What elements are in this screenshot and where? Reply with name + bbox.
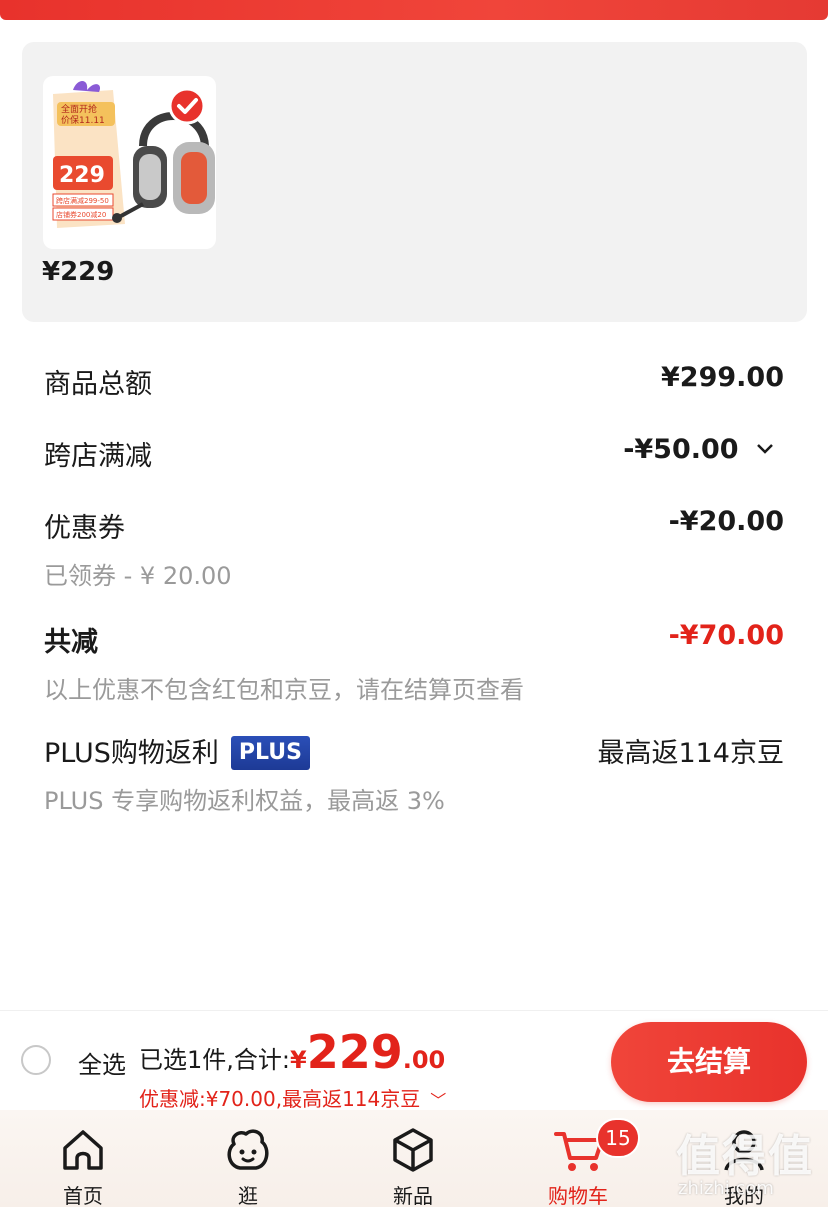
explore-face-icon — [227, 1129, 269, 1170]
currency-symbol: ¥ — [289, 1046, 307, 1074]
checkout-bar: 全选 已选1件,合计:¥229.00 优惠减:¥70.00,最高返114京豆 ﹀ … — [0, 1010, 828, 1111]
coupon-value: -¥20.00 — [668, 506, 784, 537]
tab-home[interactable]: 首页 — [23, 1110, 143, 1208]
promo-line1: 全面开抢 — [61, 103, 97, 115]
plus-badge: PLUS — [230, 736, 310, 770]
watermark-url: zhizhi.com — [678, 1178, 774, 1199]
product-price: ¥229 — [42, 257, 115, 287]
promo-price: 229 — [59, 163, 105, 188]
total-discount-note: 以上优惠不包含红包和京豆，请在结算页查看 — [44, 676, 524, 704]
promo-small-2: 店铺券200减20 — [56, 210, 106, 219]
promo-line2: 价保11.11 — [61, 114, 105, 126]
checkout-summary: 已选1件,合计:¥229.00 — [139, 1025, 445, 1079]
tab-cart-label: 购物车 — [548, 1184, 608, 1208]
selected-count-text: 已选1件,合计: — [139, 1046, 290, 1074]
headphone-product-image: 全面开抢 价保11.11 229 跨店满减299-50 店铺券200减20 — [52, 81, 215, 228]
tab-cart[interactable]: 15 购物车 — [518, 1110, 640, 1208]
product-thumbnail[interactable]: 全面开抢 价保11.11 229 跨店满减299-50 店铺券200减20 — [43, 76, 216, 249]
goods-total-row: 商品总额 ¥299.00 — [44, 362, 784, 402]
discount-detail-text: 优惠减:¥70.00,最高返114京豆 — [139, 1087, 421, 1111]
coupon-label: 优惠券 — [44, 513, 125, 544]
discount-detail-link[interactable]: 优惠减:¥70.00,最高返114京豆 ﹀ — [139, 1083, 446, 1112]
select-all-checkbox[interactable] — [21, 1045, 51, 1075]
chevron-down-icon: ﹀ — [430, 1091, 447, 1110]
select-all-label[interactable]: 全选 — [78, 1045, 126, 1080]
plus-rebate-label-wrap: PLUS购物返利 PLUS — [44, 731, 310, 770]
tab-explore-label: 逛 — [238, 1184, 258, 1208]
tab-home-label: 首页 — [63, 1184, 103, 1208]
cart-count-badge: 15 — [596, 1118, 640, 1158]
home-icon — [63, 1130, 103, 1170]
tab-new[interactable]: 新品 — [353, 1110, 473, 1208]
plus-rebate-sub: PLUS 专享购物返利权益，最高返 3% — [44, 787, 445, 815]
total-cents: .00 — [402, 1046, 446, 1074]
top-header-strip — [0, 0, 828, 20]
cross-store-amount: -¥50.00 — [623, 434, 739, 465]
coupon-sub: 已领券 - ¥ 20.00 — [44, 562, 232, 590]
checkout-button[interactable]: 去结算 — [611, 1022, 807, 1102]
cross-store-label: 跨店满减 — [44, 441, 152, 472]
cross-store-row[interactable]: 跨店满减 -¥50.00 — [44, 434, 784, 474]
total-discount-value: -¥70.00 — [668, 620, 784, 651]
goods-total-value: ¥299.00 — [661, 362, 784, 393]
new-cube-icon — [393, 1128, 433, 1172]
total-amount: 229 — [306, 1025, 403, 1079]
goods-total-label: 商品总额 — [44, 369, 152, 400]
cross-store-value[interactable]: -¥50.00 — [623, 434, 774, 465]
total-discount-label: 共减 — [44, 627, 98, 658]
plus-rebate-value: 最高返114京豆 — [597, 738, 784, 769]
coupon-row: 优惠券 -¥20.00 已领券 - ¥ 20.00 — [44, 506, 784, 590]
promo-small-1: 跨店满减299-50 — [56, 196, 109, 205]
chevron-down-icon[interactable] — [756, 443, 774, 455]
total-discount-row: 共减 -¥70.00 以上优惠不包含红包和京豆，请在结算页查看 — [44, 620, 784, 704]
plus-rebate-row: PLUS购物返利 PLUS 最高返114京豆 PLUS 专享购物返利权益，最高返 … — [44, 731, 784, 817]
product-card[interactable]: 全面开抢 价保11.11 229 跨店满减299-50 店铺券200减20 ¥2… — [22, 42, 807, 322]
watermark-logo: 值得值 — [676, 1131, 814, 1182]
plus-rebate-label: PLUS购物返利 — [44, 738, 219, 769]
tab-new-label: 新品 — [393, 1184, 433, 1208]
tab-explore[interactable]: 逛 — [188, 1110, 308, 1208]
